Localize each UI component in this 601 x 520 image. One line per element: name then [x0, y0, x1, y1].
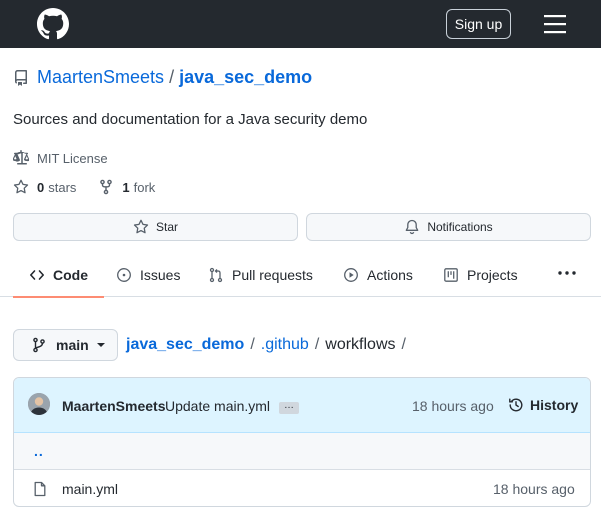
- repo-owner-link[interactable]: MaartenSmeets: [37, 67, 164, 88]
- notifications-button-label: Notifications: [427, 220, 493, 234]
- file-browser: MaartenSmeets Update main.yml … 18 hours…: [13, 377, 591, 507]
- latest-commit-bar: MaartenSmeets Update main.yml … 18 hours…: [14, 378, 590, 433]
- file-name-link[interactable]: main.yml: [62, 481, 118, 497]
- pull-request-icon: [209, 267, 223, 282]
- tab-actions[interactable]: Actions: [343, 252, 413, 297]
- repo-title: MaartenSmeets / java_sec_demo: [13, 67, 312, 88]
- branch-name: main: [56, 337, 89, 353]
- breadcrumb-separator: /: [314, 336, 320, 353]
- commit-message-link[interactable]: Update main.yml: [165, 398, 270, 414]
- play-icon: [344, 267, 358, 282]
- breadcrumb-repo-link[interactable]: java_sec_demo: [126, 336, 244, 354]
- tab-actions-label: Actions: [367, 266, 413, 283]
- law-icon: [13, 150, 29, 165]
- parent-directory-link[interactable]: ..: [34, 443, 44, 459]
- commit-time: 18 hours ago: [412, 398, 494, 414]
- more-options-icon[interactable]: [556, 262, 578, 284]
- repo-title-separator: /: [169, 67, 175, 87]
- expand-commit-button[interactable]: …: [279, 401, 299, 414]
- chevron-down-icon: [96, 343, 105, 347]
- repo-name-link[interactable]: java_sec_demo: [179, 67, 312, 88]
- fork-icon: [100, 179, 113, 195]
- sign-up-button[interactable]: Sign up: [446, 9, 511, 39]
- repo-icon: [14, 69, 27, 86]
- breadcrumb-separator: /: [250, 336, 255, 353]
- notifications-button[interactable]: Notifications: [306, 213, 591, 241]
- forks-label: fork: [133, 179, 156, 195]
- star-icon: [133, 219, 149, 234]
- bell-icon: [405, 219, 419, 235]
- file-icon: [34, 481, 46, 497]
- tab-issues-label: Issues: [140, 266, 181, 283]
- repo-stats: 0 stars 1 fork: [13, 179, 177, 195]
- github-mark-icon[interactable]: [37, 8, 69, 40]
- history-label: History: [530, 397, 579, 413]
- stars-count: 0: [37, 179, 45, 195]
- commit-author-link[interactable]: MaartenSmeets: [62, 398, 166, 414]
- star-icon: [13, 179, 29, 194]
- tab-issues[interactable]: Issues: [116, 252, 180, 297]
- branch-select-button[interactable]: main: [13, 329, 118, 361]
- breadcrumb-current: workflows: [325, 336, 396, 353]
- tab-pull-requests-label: Pull requests: [232, 266, 313, 283]
- issue-icon: [117, 267, 131, 282]
- history-icon: [509, 398, 523, 412]
- star-button[interactable]: Star: [13, 213, 298, 241]
- stars-link[interactable]: 0 stars: [13, 179, 76, 195]
- tab-code[interactable]: Code: [13, 252, 104, 298]
- breadcrumb: java_sec_demo / .github / workflows /: [126, 336, 412, 354]
- repo-description: Sources and documentation for a Java sec…: [13, 111, 368, 128]
- avatar[interactable]: [28, 393, 50, 415]
- breadcrumb-separator: /: [401, 336, 406, 353]
- repo-tabs: Code Issues Pull requests Actions Projec…: [0, 252, 601, 298]
- list-item: main.yml 18 hours ago: [14, 470, 590, 506]
- file-time: 18 hours ago: [493, 481, 575, 497]
- license-label: MIT License: [37, 150, 108, 166]
- stars-label: stars: [48, 179, 77, 195]
- forks-count: 1: [122, 179, 130, 195]
- parent-directory-row: ..: [14, 433, 590, 470]
- avatar-image: [28, 393, 50, 415]
- tab-pull-requests[interactable]: Pull requests: [208, 252, 313, 297]
- breadcrumb-folder-link[interactable]: .github: [261, 336, 309, 354]
- tab-projects-label: Projects: [467, 266, 518, 283]
- history-link[interactable]: History: [508, 397, 578, 413]
- code-icon: [30, 269, 44, 280]
- site-header: Sign up: [0, 0, 601, 48]
- git-branch-icon: [33, 337, 45, 353]
- star-button-label: Star: [155, 220, 178, 234]
- hamburger-icon[interactable]: [543, 13, 567, 35]
- project-icon: [444, 267, 458, 282]
- tab-projects[interactable]: Projects: [443, 252, 518, 297]
- license-link[interactable]: MIT License: [13, 150, 108, 166]
- forks-link[interactable]: 1 fork: [98, 179, 155, 195]
- tab-code-label: Code: [53, 266, 88, 283]
